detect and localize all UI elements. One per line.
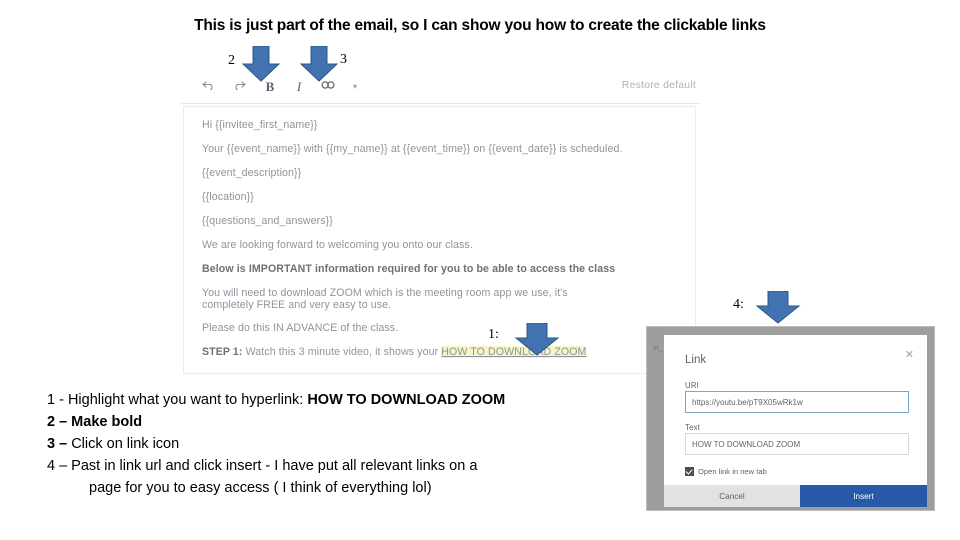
email-line-advance: Please do this IN ADVANCE of the class. bbox=[202, 322, 399, 334]
toolbar-divider bbox=[181, 103, 700, 104]
instruction-3-num: 3 – bbox=[47, 436, 72, 452]
email-important-rest: information required for you to be able … bbox=[311, 263, 616, 275]
annotation-label-3: 3 bbox=[340, 52, 347, 67]
email-body-editor[interactable]: Hi {{invitee_first_name}} Your {{event_n… bbox=[183, 106, 696, 374]
link-dialog: Link ✕ URI https://youtu.be/pT9X05wRk1w … bbox=[664, 335, 927, 507]
uri-input[interactable]: https://youtu.be/pT9X05wRk1w bbox=[685, 391, 909, 413]
uri-label: URI bbox=[685, 381, 700, 390]
email-important-bold: Below is IMPORTANT bbox=[202, 263, 312, 275]
email-step1-rest: Watch this 3 minute video, it shows your bbox=[242, 346, 442, 358]
email-line-zoom-download: You will need to download ZOOM which is … bbox=[202, 287, 568, 311]
link-dialog-screenshot: st_ firs t_n sen Link ✕ URI https://yout… bbox=[647, 327, 934, 510]
annotation-label-1: 1: bbox=[488, 327, 499, 342]
open-in-new-tab-checkbox[interactable] bbox=[685, 467, 694, 476]
link-text-input[interactable]: HOW TO DOWNLOAD ZOOM bbox=[685, 433, 909, 455]
email-line-questions: {{questions_and_answers}} bbox=[202, 215, 333, 227]
email-line-location: {{location}} bbox=[202, 191, 254, 203]
cancel-button[interactable]: Cancel bbox=[664, 485, 800, 507]
open-in-new-tab-row[interactable]: Open link in new tab bbox=[685, 467, 767, 476]
text-label: Text bbox=[685, 423, 701, 432]
email-line-scheduled: Your {{event_name}} with {{my_name}} at … bbox=[202, 143, 623, 155]
page-title: This is just part of the email, so I can… bbox=[194, 17, 766, 34]
email-line-description: {{event_description}} bbox=[202, 167, 302, 179]
instruction-line-2: 2 – Make bold bbox=[47, 414, 143, 430]
restore-default-button[interactable]: Restore default bbox=[622, 79, 696, 91]
instruction-1-bold: HOW TO DOWNLOAD ZOOM bbox=[307, 392, 506, 408]
close-x-icon[interactable]: ✕ bbox=[905, 350, 914, 361]
instruction-line-4b: page for you to easy access ( I think of… bbox=[89, 480, 432, 496]
annotation-label-2: 2 bbox=[228, 53, 235, 68]
instruction-line-3: 3 – Click on link icon bbox=[47, 433, 647, 455]
annotation-arrow-1 bbox=[514, 323, 560, 356]
instruction-list: 1 - Highlight what you want to hyperlink… bbox=[47, 389, 647, 499]
chevron-down-icon[interactable]: ▾ bbox=[344, 76, 366, 98]
email-line-step1: STEP 1: Watch this 3 minute video, it sh… bbox=[202, 346, 677, 358]
email-line-important: Below is IMPORTANT information required … bbox=[202, 263, 677, 275]
undo-arrow-icon[interactable] bbox=[197, 76, 219, 98]
open-in-new-tab-label: Open link in new tab bbox=[698, 467, 767, 476]
dialog-footer: Cancel Insert bbox=[664, 485, 927, 507]
annotation-arrow-4 bbox=[755, 291, 801, 324]
annotation-arrow-3 bbox=[299, 46, 339, 82]
instruction-1-prefix: 1 - Highlight what you want to hyperlink… bbox=[47, 392, 308, 408]
instruction-line-4a: 4 – Past in link url and click insert - … bbox=[47, 458, 478, 474]
instruction-3-rest: Click on link icon bbox=[71, 436, 180, 452]
email-line-welcome: We are looking forward to welcoming you … bbox=[202, 239, 473, 251]
email-line-greeting: Hi {{invitee_first_name}} bbox=[202, 119, 318, 131]
annotation-arrow-2 bbox=[241, 46, 281, 82]
annotation-label-4: 4: bbox=[733, 297, 744, 312]
insert-button[interactable]: Insert bbox=[800, 485, 927, 507]
dialog-title: Link bbox=[685, 354, 707, 366]
email-step1-bold: STEP 1: bbox=[202, 346, 243, 358]
instruction-line-1: 1 - Highlight what you want to hyperlink… bbox=[47, 389, 647, 411]
email-editor-screenshot: B I ▾ Restore default Hi {{invitee_first… bbox=[181, 68, 700, 375]
